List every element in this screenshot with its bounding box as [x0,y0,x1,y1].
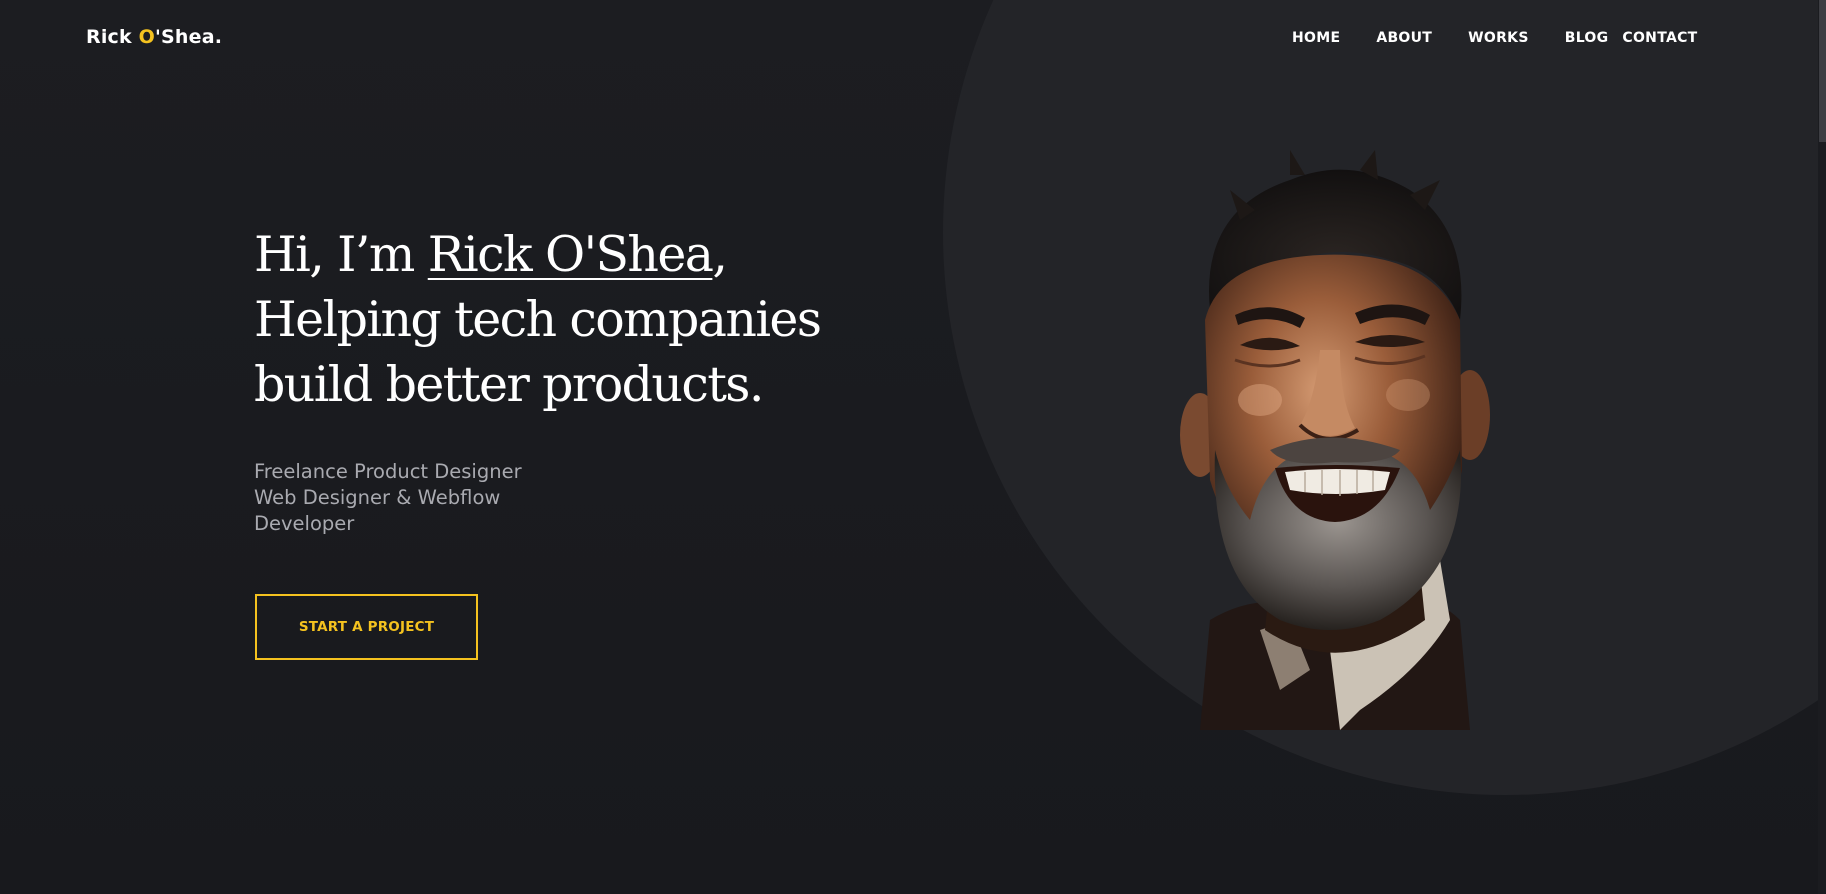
scrollbar-track[interactable] [1818,0,1826,894]
start-project-button[interactable]: START A PROJECT [255,594,478,660]
logo-accent: O [138,26,156,48]
nav-contact[interactable]: CONTACT [1622,30,1697,46]
subtitle-line: Web Designer & Webflow [254,486,501,509]
nav-about[interactable]: ABOUT [1376,30,1432,46]
subtitle-line: Developer [254,512,355,535]
hero-subtitle: Freelance Product Designer Web Designer … [254,459,584,537]
subtitle-line: Freelance Product Designer [254,460,522,483]
hero-title-name[interactable]: Rick O'Shea [428,226,714,283]
portrait-image [1180,150,1490,730]
page: Rick O'Shea. HOME ABOUT WORKS BLOG CONTA… [0,0,1826,894]
nav-works[interactable]: WORKS [1468,30,1529,46]
nav-blog[interactable]: BLOG [1565,30,1609,46]
hero-title: Hi, I’m Rick O'Shea, Helping tech compan… [254,222,874,417]
main-nav: HOME ABOUT WORKS BLOG CONTACT [1292,30,1698,46]
nav-home[interactable]: HOME [1292,30,1340,46]
logo-first: Rick [86,26,139,48]
hero-title-intro: Hi, I’m [254,226,428,283]
scrollbar-thumb[interactable] [1819,0,1826,142]
logo-rest: 'Shea. [155,26,223,48]
logo[interactable]: Rick O'Shea. [86,26,222,48]
